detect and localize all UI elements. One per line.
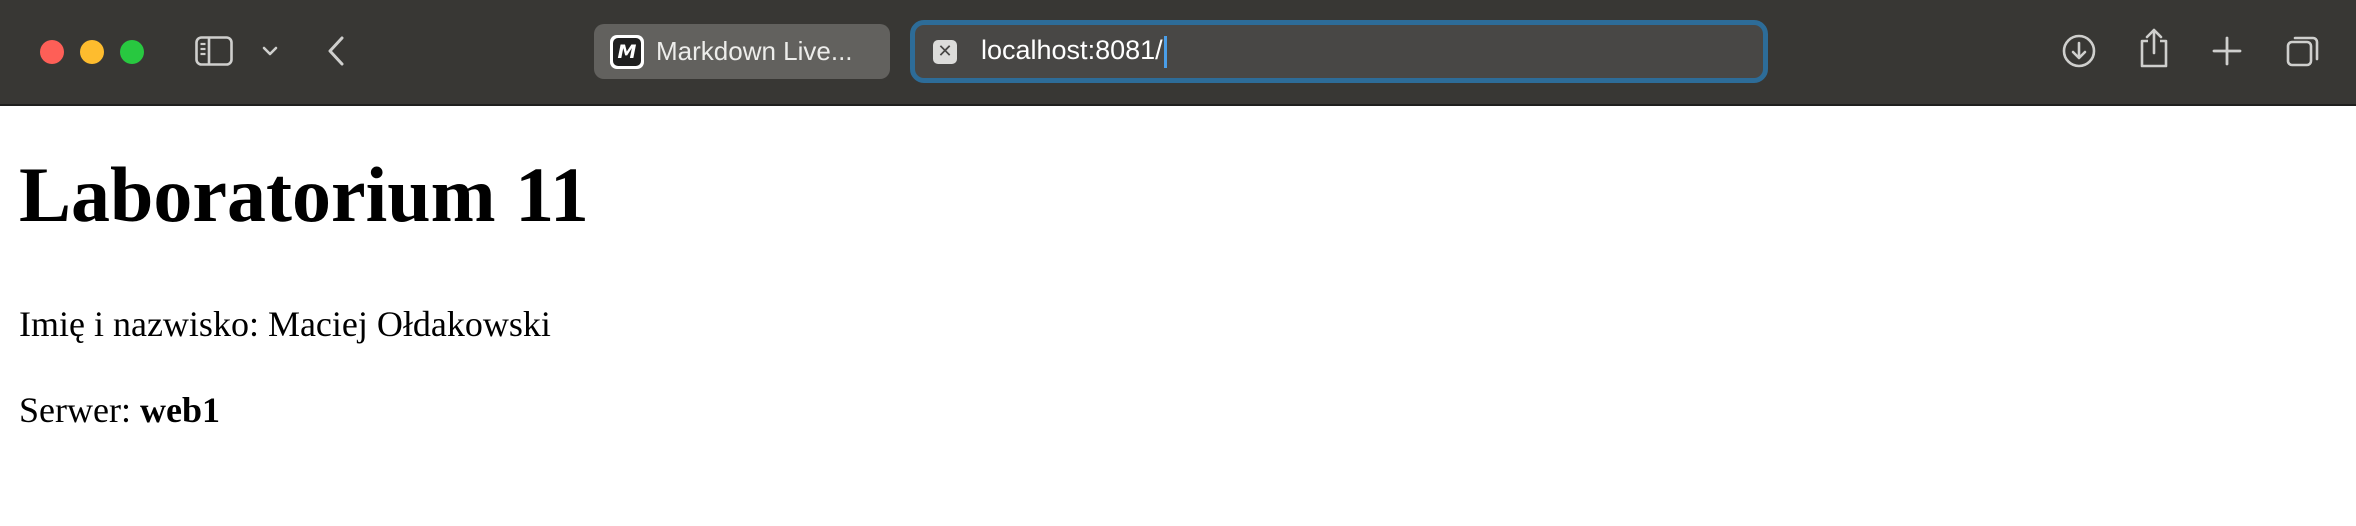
server-value: web1 — [139, 390, 220, 430]
share-icon[interactable] — [2136, 26, 2172, 70]
chevron-left-icon[interactable] — [322, 32, 350, 70]
address-bar[interactable]: ✕ localhost:8081/ — [910, 20, 1768, 83]
zoom-window-button[interactable] — [120, 40, 144, 64]
page-heading: Laboratorium 11 — [19, 151, 589, 238]
text-caret — [1163, 35, 1167, 68]
url-text[interactable]: localhost:8081/ — [981, 35, 1167, 68]
page-content: Laboratorium 11 Imię i nazwisko: Maciej … — [0, 106, 2356, 526]
server-label: Serwer: — [19, 390, 140, 430]
minimize-window-button[interactable] — [80, 40, 104, 64]
tab-overview-icon[interactable] — [2284, 32, 2322, 70]
download-icon[interactable] — [2060, 32, 2098, 70]
server-line: Serwer: web1 — [19, 392, 220, 428]
chevron-down-icon[interactable] — [258, 40, 282, 62]
sidebar-icon[interactable] — [194, 34, 234, 68]
close-window-button[interactable] — [40, 40, 64, 64]
plus-icon[interactable] — [2210, 34, 2244, 68]
site-info-icon[interactable]: ✕ — [933, 39, 957, 64]
name-line: Imię i nazwisko: Maciej Ołdakowski — [19, 304, 551, 344]
markdown-favicon-icon: M — [610, 34, 644, 69]
browser-tab[interactable]: M Markdown Live... — [594, 24, 890, 79]
tab-title: Markdown Live... — [656, 36, 853, 66]
browser-toolbar: M Markdown Live... ✕ localhost:8081/ — [0, 0, 2356, 106]
